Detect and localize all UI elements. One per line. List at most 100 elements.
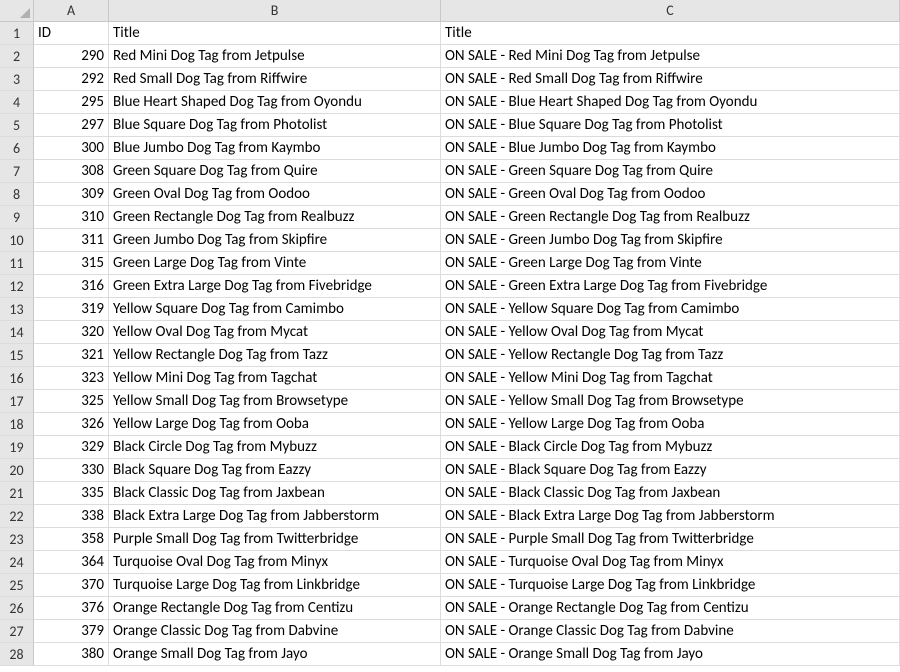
- cell-id[interactable]: 300: [34, 137, 109, 160]
- cell-id[interactable]: 376: [34, 597, 109, 620]
- cell-sale-title[interactable]: ON SALE - Orange Small Dog Tag from Jayo: [441, 643, 900, 666]
- cell-sale-title[interactable]: ON SALE - Purple Small Dog Tag from Twit…: [441, 528, 900, 551]
- cell-title[interactable]: Orange Small Dog Tag from Jayo: [109, 643, 441, 666]
- cell-sale-title[interactable]: ON SALE - Blue Heart Shaped Dog Tag from…: [441, 91, 900, 114]
- cell-sale-title[interactable]: ON SALE - Red Small Dog Tag from Riffwir…: [441, 68, 900, 91]
- cell-id[interactable]: 364: [34, 551, 109, 574]
- cell-id[interactable]: 379: [34, 620, 109, 643]
- cell-title[interactable]: Yellow Large Dog Tag from Ooba: [109, 413, 441, 436]
- cell-sale-title[interactable]: ON SALE - Turquoise Oval Dog Tag from Mi…: [441, 551, 900, 574]
- row-header[interactable]: 28: [0, 643, 34, 666]
- row-header[interactable]: 13: [0, 298, 34, 321]
- cell-sale-title[interactable]: ON SALE - Turquoise Large Dog Tag from L…: [441, 574, 900, 597]
- cell-id[interactable]: 311: [34, 229, 109, 252]
- cell-title[interactable]: Red Small Dog Tag from Riffwire: [109, 68, 441, 91]
- cell-sale-title[interactable]: ON SALE - Yellow Oval Dog Tag from Mycat: [441, 321, 900, 344]
- row-header[interactable]: 23: [0, 528, 34, 551]
- cell-id[interactable]: 370: [34, 574, 109, 597]
- cell-id[interactable]: 309: [34, 183, 109, 206]
- cell-id[interactable]: 358: [34, 528, 109, 551]
- cell-id[interactable]: 292: [34, 68, 109, 91]
- cell-sale-title[interactable]: ON SALE - Green Rectangle Dog Tag from R…: [441, 206, 900, 229]
- row-header[interactable]: 22: [0, 505, 34, 528]
- cell-title[interactable]: Black Extra Large Dog Tag from Jabbersto…: [109, 505, 441, 528]
- cell-sale-title[interactable]: ON SALE - Black Circle Dog Tag from Mybu…: [441, 436, 900, 459]
- cell-id[interactable]: 326: [34, 413, 109, 436]
- row-header[interactable]: 5: [0, 114, 34, 137]
- cell-title[interactable]: Green Oval Dog Tag from Oodoo: [109, 183, 441, 206]
- cell-sale-title[interactable]: ON SALE - Yellow Square Dog Tag from Cam…: [441, 298, 900, 321]
- cell-sale-title[interactable]: ON SALE - Black Square Dog Tag from Eazz…: [441, 459, 900, 482]
- cell-title[interactable]: Blue Square Dog Tag from Photolist: [109, 114, 441, 137]
- row-header[interactable]: 17: [0, 390, 34, 413]
- cell-title[interactable]: Yellow Mini Dog Tag from Tagchat: [109, 367, 441, 390]
- cell-id[interactable]: 321: [34, 344, 109, 367]
- cell-sale-title[interactable]: ON SALE - Yellow Large Dog Tag from Ooba: [441, 413, 900, 436]
- cell-sale-title[interactable]: ON SALE - Orange Classic Dog Tag from Da…: [441, 620, 900, 643]
- cell-header-title[interactable]: Title: [109, 22, 441, 45]
- row-header[interactable]: 4: [0, 91, 34, 114]
- column-header-b[interactable]: B: [109, 0, 441, 22]
- row-header[interactable]: 26: [0, 597, 34, 620]
- cell-title[interactable]: Blue Jumbo Dog Tag from Kaymbo: [109, 137, 441, 160]
- cell-sale-title[interactable]: ON SALE - Blue Square Dog Tag from Photo…: [441, 114, 900, 137]
- cell-sale-title[interactable]: ON SALE - Yellow Mini Dog Tag from Tagch…: [441, 367, 900, 390]
- cell-id[interactable]: 297: [34, 114, 109, 137]
- cell-title[interactable]: Yellow Rectangle Dog Tag from Tazz: [109, 344, 441, 367]
- cell-title[interactable]: Yellow Oval Dog Tag from Mycat: [109, 321, 441, 344]
- cell-sale-title[interactable]: ON SALE - Green Large Dog Tag from Vinte: [441, 252, 900, 275]
- column-header-c[interactable]: C: [441, 0, 900, 22]
- cell-title[interactable]: Black Circle Dog Tag from Mybuzz: [109, 436, 441, 459]
- row-header[interactable]: 10: [0, 229, 34, 252]
- cell-title[interactable]: Black Square Dog Tag from Eazzy: [109, 459, 441, 482]
- cell-id[interactable]: 330: [34, 459, 109, 482]
- cell-sale-title[interactable]: ON SALE - Yellow Small Dog Tag from Brow…: [441, 390, 900, 413]
- row-header[interactable]: 16: [0, 367, 34, 390]
- row-header[interactable]: 24: [0, 551, 34, 574]
- cell-title[interactable]: Green Square Dog Tag from Quire: [109, 160, 441, 183]
- cell-id[interactable]: 338: [34, 505, 109, 528]
- cell-title[interactable]: Blue Heart Shaped Dog Tag from Oyondu: [109, 91, 441, 114]
- cell-id[interactable]: 319: [34, 298, 109, 321]
- row-header[interactable]: 20: [0, 459, 34, 482]
- cell-title[interactable]: Purple Small Dog Tag from Twitterbridge: [109, 528, 441, 551]
- row-header[interactable]: 25: [0, 574, 34, 597]
- cell-sale-title[interactable]: ON SALE - Green Jumbo Dog Tag from Skipf…: [441, 229, 900, 252]
- cell-sale-title[interactable]: ON SALE - Green Extra Large Dog Tag from…: [441, 275, 900, 298]
- cell-sale-title[interactable]: ON SALE - Orange Rectangle Dog Tag from …: [441, 597, 900, 620]
- row-header[interactable]: 14: [0, 321, 34, 344]
- cell-title[interactable]: Green Extra Large Dog Tag from Fivebridg…: [109, 275, 441, 298]
- cell-title[interactable]: Orange Rectangle Dog Tag from Centizu: [109, 597, 441, 620]
- cell-sale-title[interactable]: ON SALE - Green Oval Dog Tag from Oodoo: [441, 183, 900, 206]
- row-header[interactable]: 21: [0, 482, 34, 505]
- cell-id[interactable]: 335: [34, 482, 109, 505]
- cell-id[interactable]: 316: [34, 275, 109, 298]
- cell-id[interactable]: 290: [34, 45, 109, 68]
- cell-title[interactable]: Turquoise Large Dog Tag from Linkbridge: [109, 574, 441, 597]
- row-header[interactable]: 12: [0, 275, 34, 298]
- row-header[interactable]: 3: [0, 68, 34, 91]
- select-all-corner[interactable]: [0, 0, 34, 22]
- cell-title[interactable]: Green Jumbo Dog Tag from Skipfire: [109, 229, 441, 252]
- row-header[interactable]: 9: [0, 206, 34, 229]
- row-header[interactable]: 11: [0, 252, 34, 275]
- row-header[interactable]: 27: [0, 620, 34, 643]
- row-header[interactable]: 8: [0, 183, 34, 206]
- cell-id[interactable]: 310: [34, 206, 109, 229]
- cell-title[interactable]: Red Mini Dog Tag from Jetpulse: [109, 45, 441, 68]
- cell-id[interactable]: 380: [34, 643, 109, 666]
- cell-id[interactable]: 295: [34, 91, 109, 114]
- row-header[interactable]: 15: [0, 344, 34, 367]
- cell-title[interactable]: Yellow Square Dog Tag from Camimbo: [109, 298, 441, 321]
- cell-sale-title[interactable]: ON SALE - Red Mini Dog Tag from Jetpulse: [441, 45, 900, 68]
- row-header[interactable]: 6: [0, 137, 34, 160]
- cell-title[interactable]: Turquoise Oval Dog Tag from Minyx: [109, 551, 441, 574]
- cell-id[interactable]: 308: [34, 160, 109, 183]
- cell-sale-title[interactable]: ON SALE - Yellow Rectangle Dog Tag from …: [441, 344, 900, 367]
- cell-sale-title[interactable]: ON SALE - Green Square Dog Tag from Quir…: [441, 160, 900, 183]
- cell-sale-title[interactable]: ON SALE - Blue Jumbo Dog Tag from Kaymbo: [441, 137, 900, 160]
- cell-id[interactable]: 329: [34, 436, 109, 459]
- column-header-a[interactable]: A: [34, 0, 109, 22]
- cell-title[interactable]: Black Classic Dog Tag from Jaxbean: [109, 482, 441, 505]
- cell-id[interactable]: 320: [34, 321, 109, 344]
